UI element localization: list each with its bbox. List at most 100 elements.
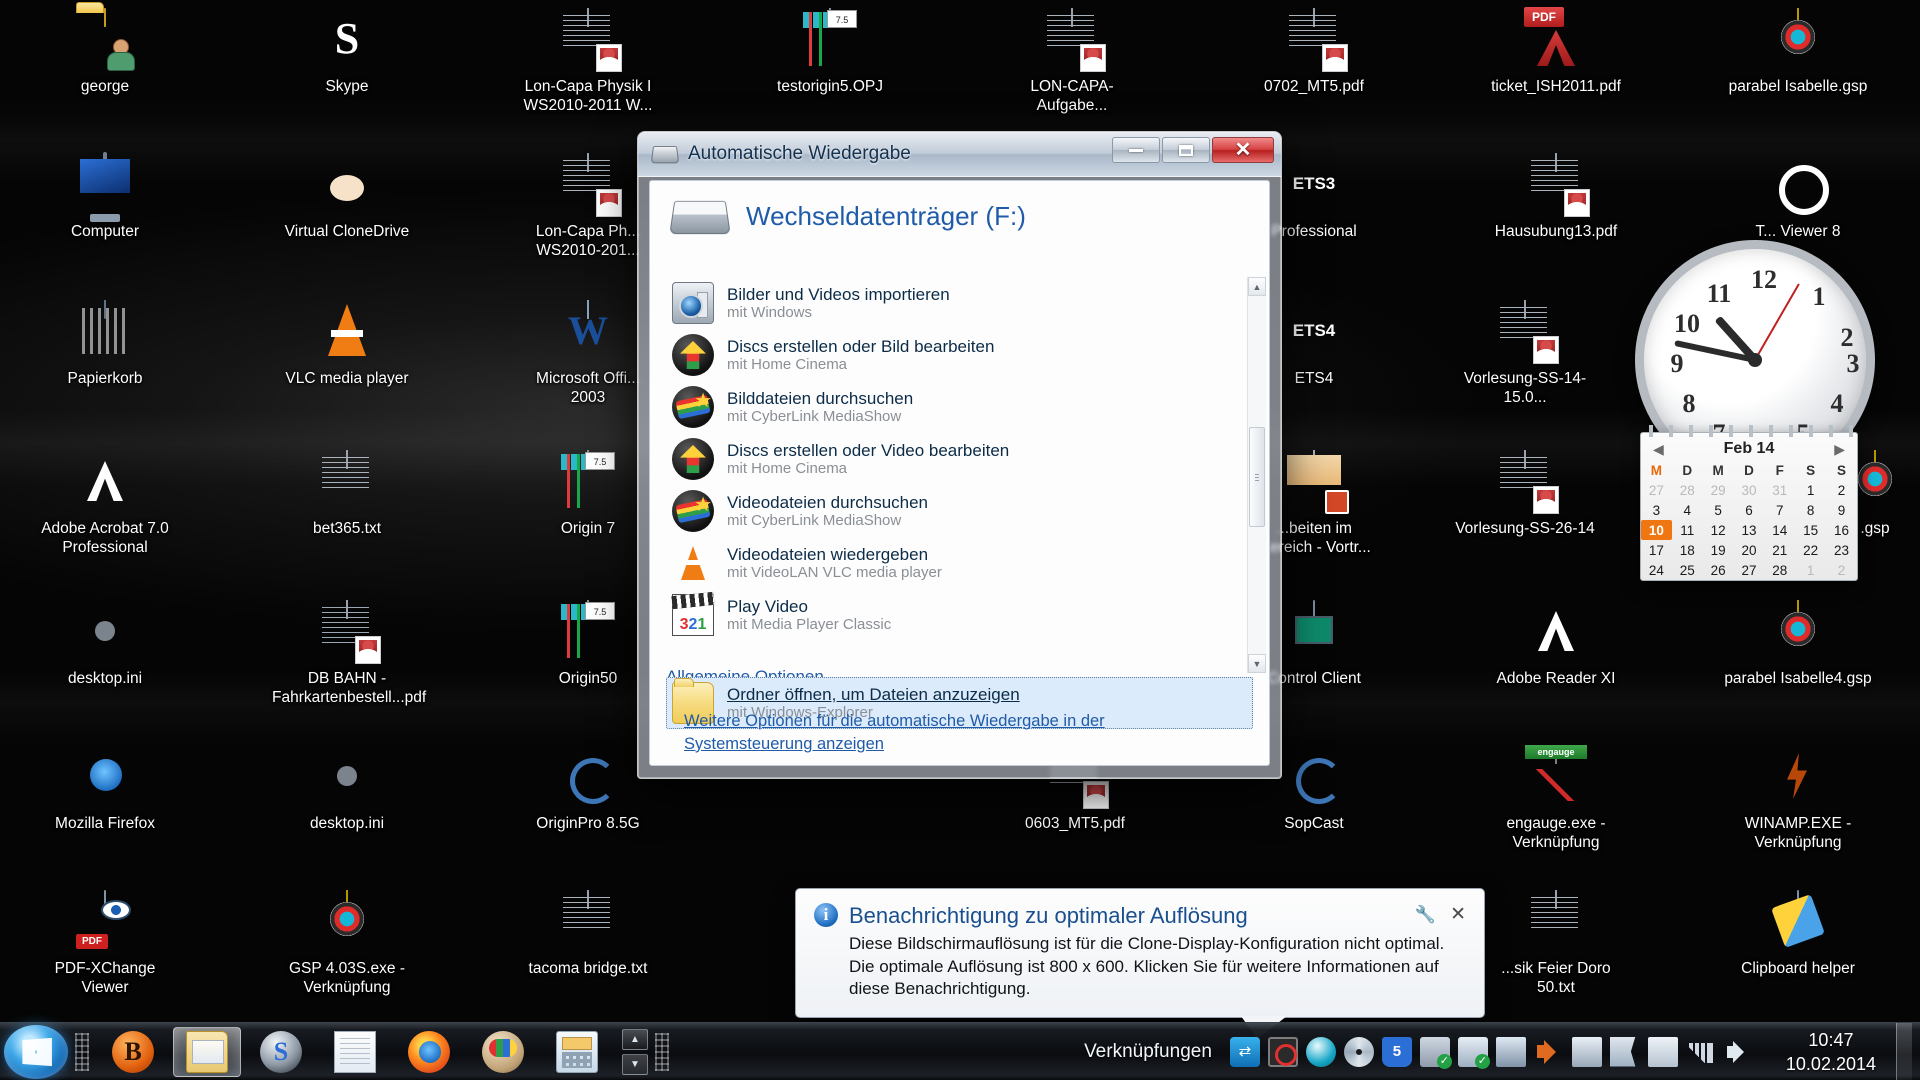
autoplay-action-row[interactable]: Discs erstellen oder Bild bearbeiten mit … — [666, 329, 1253, 381]
calendar-day[interactable]: 9 — [1826, 500, 1857, 520]
taskbar-scroll-buttons[interactable]: ▲ ▼ — [622, 1028, 648, 1075]
desktop-icon[interactable]: DB BAHN - Fahrkartenbestell...pdf — [272, 600, 426, 707]
calendar-day[interactable]: 27 — [1734, 560, 1765, 580]
taskbar-button-firefox[interactable] — [395, 1027, 463, 1077]
calendar-day[interactable]: 20 — [1734, 540, 1765, 560]
autoplay-dialog[interactable]: Automatische Wiedergabe ✕ Wechseldatentr… — [637, 131, 1282, 779]
calendar-day[interactable]: 15 — [1795, 520, 1826, 540]
autoplay-action-list[interactable]: Bilder und Videos importieren mit Windows… — [666, 277, 1253, 673]
close-button[interactable]: ✕ — [1212, 137, 1274, 163]
desktop-icon[interactable]: T... Viewer 8 — [1723, 153, 1873, 241]
calendar-day[interactable]: 17 — [1641, 540, 1672, 560]
tray-teamviewer[interactable] — [1229, 1036, 1260, 1067]
taskbar-clock[interactable]: 10:47 10.02.2014 — [1772, 1028, 1890, 1076]
show-desktop-button[interactable] — [1896, 1022, 1912, 1080]
taskbar[interactable]: ▲ ▼ Verknüpfungen 10:47 10.02.2014 — [0, 1022, 1920, 1080]
desktop-icon[interactable]: desktop.ini — [272, 745, 422, 833]
taskbar-button-bittorrent[interactable] — [99, 1027, 167, 1077]
taskbar-scroll-down[interactable]: ▼ — [622, 1053, 648, 1075]
calendar-day[interactable]: 8 — [1795, 500, 1826, 520]
tray-blocked[interactable] — [1267, 1036, 1298, 1067]
calendar-day[interactable]: 12 — [1703, 520, 1734, 540]
calendar-day[interactable]: 3 — [1641, 500, 1672, 520]
desktop-icon[interactable]: Lon-Capa Physik I WS2010-2011 W... — [513, 8, 663, 115]
calendar-day[interactable]: 1 — [1795, 560, 1826, 580]
desktop-icon[interactable]: Mozilla Firefox — [30, 745, 180, 833]
tray-usb-device-2[interactable] — [1457, 1036, 1490, 1069]
tray-screen[interactable] — [1571, 1036, 1602, 1067]
desktop-icon[interactable]: Clipboard helper — [1723, 890, 1873, 978]
desktop-icon[interactable]: 7.5 testorigin5.OPJ — [755, 8, 905, 96]
autoplay-action-row[interactable]: Bilddateien durchsuchenmit CyberLink Med… — [666, 381, 1253, 433]
desktop-icon[interactable]: tacoma bridge.txt — [513, 890, 663, 978]
calendar-day[interactable]: 24 — [1641, 560, 1672, 580]
autoplay-control-panel-link[interactable]: Weitere Optionen für die automatische Wi… — [684, 710, 1237, 755]
desktop-icon[interactable]: desktop.ini — [30, 600, 180, 688]
scrollbar-thumb[interactable] — [1249, 427, 1265, 527]
toolbar-grip[interactable] — [75, 1032, 89, 1071]
calendar-prev-month-arrow[interactable]: ◀ — [1653, 441, 1664, 458]
desktop-icon[interactable]: bet365.txt — [272, 450, 422, 538]
desktop-icon[interactable]: ...sik Feier Doro 50.txt — [1481, 890, 1631, 997]
calendar-day[interactable]: 29 — [1703, 480, 1734, 500]
desktop-icon[interactable]: 0702_MT5.pdf — [1239, 8, 1389, 96]
calendar-day[interactable]: 18 — [1672, 540, 1703, 560]
calendar-day-today[interactable]: 10 — [1641, 520, 1672, 540]
calendar-day[interactable]: 21 — [1764, 540, 1795, 560]
maximize-button[interactable] — [1162, 137, 1210, 163]
taskbar-button-sumatra[interactable] — [247, 1027, 315, 1077]
scroll-up-button[interactable]: ▲ — [1248, 277, 1266, 296]
desktop-icon[interactable]: S Skype — [272, 8, 422, 96]
taskbar-button-paint[interactable] — [469, 1027, 537, 1077]
taskbar-button-calculator[interactable] — [543, 1027, 611, 1077]
desktop-icon[interactable]: Virtual CloneDrive — [272, 153, 422, 241]
tray-power[interactable] — [1647, 1036, 1678, 1067]
autoplay-action-row[interactable]: Videodateien durchsuchenmit CyberLink Me… — [666, 485, 1253, 537]
tray-usb-safe-remove[interactable] — [1419, 1036, 1452, 1069]
tray-disc[interactable] — [1343, 1036, 1374, 1067]
desktop-icon[interactable]: Vorlesung-SS-14-15.0... — [1450, 300, 1600, 407]
desktop-icon[interactable]: LON-CAPA-Aufgabe... — [997, 8, 1147, 115]
autoplay-action-row[interactable]: Bilder und Videos importieren mit Windows — [666, 277, 1253, 329]
calendar-day[interactable]: 31 — [1764, 480, 1795, 500]
calendar-day[interactable]: 2 — [1826, 480, 1857, 500]
desktop-icon[interactable]: GSP 4.03S.exe - Verknüpfung — [272, 890, 422, 997]
calendar-day[interactable]: 22 — [1795, 540, 1826, 560]
desktop-icon[interactable]: engauge engauge.exe - Verknüpfung — [1481, 745, 1631, 852]
calendar-day[interactable]: 16 — [1826, 520, 1857, 540]
calendar-day[interactable]: 28 — [1672, 480, 1703, 500]
desktop-icon[interactable]: PDF PDF-XChange Viewer — [30, 890, 180, 997]
calendar-day[interactable]: 4 — [1672, 500, 1703, 520]
tray-action-center[interactable] — [1609, 1036, 1636, 1067]
desktop-icon[interactable]: Vorlesung-SS-26-14 — [1450, 450, 1600, 538]
calendar-day[interactable]: 26 — [1703, 560, 1734, 580]
tray-sync[interactable] — [1305, 1036, 1336, 1067]
desktop-icon[interactable]: Papierkorb — [30, 300, 180, 388]
calendar-day[interactable]: 30 — [1734, 480, 1765, 500]
autoplay-action-row[interactable]: 321 Play Video mit Media Player Classic — [666, 589, 1253, 641]
taskbar-button-notepad[interactable] — [321, 1027, 389, 1077]
calendar-day[interactable]: 6 — [1734, 500, 1765, 520]
calendar-day[interactable]: 5 — [1703, 500, 1734, 520]
tray-volume[interactable] — [1724, 1037, 1754, 1067]
tray-display-settings[interactable] — [1495, 1036, 1526, 1067]
desktop-icon[interactable]: Hausubung13.pdf — [1481, 153, 1631, 241]
desktop-icon[interactable]: PDF ticket_ISH2011.pdf — [1481, 7, 1631, 96]
calendar-day[interactable]: 27 — [1641, 480, 1672, 500]
desktop-icon[interactable]: Computer — [30, 152, 180, 241]
desktop-icon[interactable]: Adobe Reader XI — [1481, 600, 1631, 688]
calendar-day[interactable]: 7 — [1764, 500, 1795, 520]
taskbar-button-explorer[interactable] — [173, 1026, 241, 1077]
start-button[interactable] — [4, 1024, 68, 1079]
calendar-day[interactable]: 11 — [1672, 520, 1703, 540]
tray-volume-mixer[interactable] — [1534, 1037, 1564, 1067]
tray-network[interactable] — [1686, 1037, 1716, 1067]
calendar-day[interactable]: 25 — [1672, 560, 1703, 580]
tray-grip[interactable] — [655, 1032, 669, 1071]
desktop-icon[interactable]: Adobe Acrobat 7.0 Professional — [30, 450, 180, 557]
calendar-day[interactable]: 19 — [1703, 540, 1734, 560]
wrench-icon[interactable]: 🔧 — [1415, 905, 1436, 925]
desktop-icon[interactable]: parabel Isabelle4.gsp — [1723, 600, 1873, 688]
calendar-day[interactable]: 1 — [1795, 480, 1826, 500]
desktop-icon[interactable]: VLC media player — [272, 300, 422, 388]
